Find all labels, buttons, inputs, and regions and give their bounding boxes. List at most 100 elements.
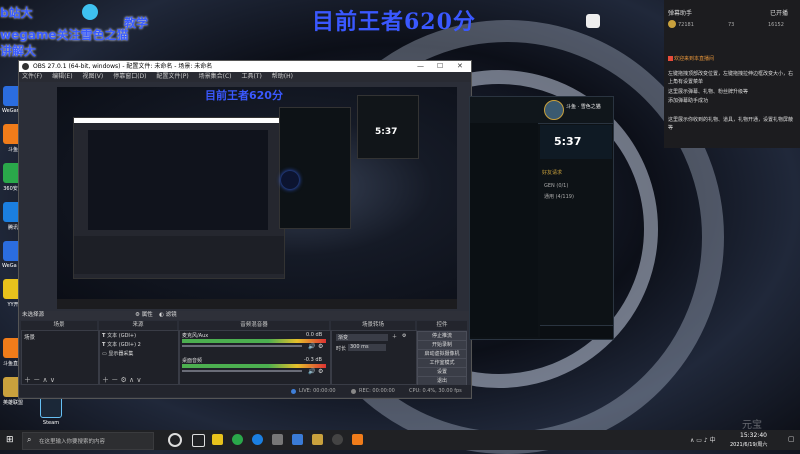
lol-status-card: 5:37 (540, 125, 612, 159)
overlay-line-4: 讲解大 (0, 44, 37, 58)
lol-player-name: 斗鱼 · 雪色之猫 (566, 104, 601, 110)
obs-titlebar[interactable]: OBS 27.0.1 (64-bit, windows) - 配置文件: 未命名… (19, 61, 471, 72)
mixer-slider-mic[interactable] (182, 345, 302, 347)
menu-docks[interactable]: 停靠窗口(D) (113, 73, 146, 80)
lol-friend-group-2[interactable]: 通用 (4/119) (544, 193, 574, 200)
menu-profile[interactable]: 配置文件(P) (156, 73, 188, 80)
browser-icon[interactable] (252, 434, 263, 445)
minimize-button[interactable]: — (417, 61, 424, 72)
sources-toolbar: ＋ － ⚙ ∧ ∨ (102, 375, 141, 385)
cortana-icon[interactable] (168, 433, 182, 447)
down-icon[interactable]: ∨ (50, 376, 55, 384)
obs-menubar: 文件(F) 编辑(E) 视图(V) 停靠窗口(D) 配置文件(P) 场景集合(C… (19, 72, 471, 82)
system-tray-icons[interactable]: ∧ ▭ ♪ 中 (690, 435, 716, 444)
gear-icon[interactable]: ⚙ (318, 368, 323, 375)
sources-dock: T 文本 (GDI+) T 文本 (GDI+) 2 ▭ 显示器采集 ＋ － ⚙ … (99, 330, 179, 385)
add-icon[interactable]: ＋ (392, 333, 397, 340)
task-view-icon[interactable] (192, 434, 205, 447)
down-icon[interactable]: ∨ (136, 376, 141, 384)
add-icon[interactable]: ＋ (102, 376, 109, 384)
source-item-text-2[interactable]: T 文本 (GDI+) 2 (100, 340, 178, 349)
lol-client-window: 斗鱼 · 雪色之猫 5:37 好友请求 GEN (0/1) 通用 (4/119) (469, 96, 614, 340)
logo-icon (82, 4, 98, 20)
menu-help[interactable]: 帮助(H) (272, 73, 293, 80)
overlay-line-1: b站大 (0, 6, 33, 20)
settings-icon[interactable] (272, 434, 283, 445)
gear-icon: ⚙ (135, 312, 142, 318)
menu-scene-collection[interactable]: 场景集合(C) (199, 73, 232, 80)
windows-start-icon[interactable]: ⊞ (6, 435, 14, 445)
sources-dock-header: 来源 (99, 321, 177, 330)
stat-3: 16152 (768, 22, 784, 28)
scene-item[interactable]: 场景 (22, 331, 98, 343)
clock-time[interactable]: 15:32:40 (740, 432, 767, 439)
desktop-icon-steam[interactable]: Steam (40, 396, 62, 426)
notification-icon[interactable]: ▢ (788, 435, 795, 443)
duration-label: 时长 (336, 346, 347, 352)
lol-main-area (470, 123, 538, 337)
clock-date[interactable]: 2021/6/19/周六 (730, 441, 767, 448)
menu-edit[interactable]: 编辑(E) (52, 73, 72, 80)
rec-status: REC: 00:00:00 (359, 388, 395, 394)
mixer-dock: 麦克风/Aux 0.0 dB 🔊 ⚙ 桌面音频 -0.3 dB 🔊 ⚙ (179, 330, 331, 385)
remove-icon[interactable]: － (111, 376, 118, 384)
close-button[interactable]: ✕ (457, 61, 463, 72)
transitions-dock-header: 场景转场 (331, 321, 415, 330)
rec-indicator-icon (351, 389, 356, 394)
source-label: 文本 (GDI+) (107, 333, 137, 339)
up-icon[interactable]: ∧ (42, 376, 47, 384)
lol-taskbar-icon[interactable] (312, 434, 323, 445)
preview-nested-lol (279, 107, 351, 229)
stat-2: 73 (728, 22, 735, 28)
lol-friend-group-1[interactable]: GEN (0/1) (544, 183, 568, 189)
obs-taskbar-icon[interactable] (332, 434, 343, 445)
nested-obs-titlebar (74, 118, 284, 123)
360-taskbar-icon[interactable] (232, 434, 243, 445)
live-indicator-icon (291, 389, 296, 394)
up-icon[interactable]: ∧ (129, 376, 134, 384)
scenes-toolbar: ＋ － ∧ ∨ (24, 375, 55, 385)
watermark: 元宝 (742, 420, 762, 431)
mixer-channel-desktop-name: 桌面音频 (182, 358, 203, 364)
gear-icon[interactable]: ⚙ (402, 333, 406, 339)
properties-button[interactable]: ⚙ 属性 (135, 311, 153, 320)
stat-1: 72181 (678, 22, 694, 28)
add-icon[interactable]: ＋ (24, 376, 31, 384)
duration-input[interactable]: 300 ms (348, 344, 386, 351)
menu-view[interactable]: 视图(V) (82, 73, 103, 80)
menu-file[interactable]: 文件(F) (22, 73, 42, 80)
speaker-icon[interactable]: 🔊 (308, 368, 315, 375)
avatar[interactable] (544, 100, 564, 120)
lol-timer: 5:37 (554, 135, 582, 148)
remove-icon[interactable]: － (33, 376, 40, 384)
preview-nested-portal (281, 171, 299, 189)
transitions-dock: 渐变 ＋ ⚙ 时长 300 ms (331, 330, 417, 385)
filters-label: 滤镜 (165, 312, 177, 318)
nested-obs-preview (88, 130, 268, 230)
scenes-dock-header: 场景 (21, 321, 97, 330)
chat-message-4: 这里展示你收到的礼物、道具，礼物开通，设置礼物屏蔽等 (668, 117, 794, 131)
filters-button[interactable]: ◐ 滤镜 (159, 311, 177, 320)
nested-obs-docks (74, 236, 284, 274)
source-item-display[interactable]: ▭ 显示器采集 (100, 349, 178, 358)
menu-tools[interactable]: 工具(T) (241, 73, 261, 80)
mail-icon[interactable] (292, 434, 303, 445)
maximize-button[interactable]: ☐ (437, 61, 443, 72)
transition-select[interactable]: 渐变 (336, 334, 388, 341)
file-explorer-icon[interactable] (212, 434, 223, 445)
gear-icon[interactable]: ⚙ (318, 343, 323, 350)
mixer-meter-desktop (182, 364, 326, 368)
speaker-icon[interactable]: 🔊 (308, 343, 315, 350)
mixer-channel-mic-level: 0.0 dB (306, 332, 323, 338)
obs-statusbar: LIVE: 00:00:00 REC: 00:00:00 CPU: 0.4%, … (19, 385, 471, 397)
gear-icon[interactable]: ⚙ (120, 376, 126, 384)
mixer-slider-desktop[interactable] (182, 370, 302, 372)
danmaku-header: 弹幕助手 (668, 10, 693, 17)
source-item-text-1[interactable]: T 文本 (GDI+) (100, 331, 178, 340)
steam-icon (40, 396, 62, 418)
wegame-taskbar-icon[interactable] (352, 434, 363, 445)
taskbar-search[interactable]: ⌕ 在这里输入你要搜索的内容 (22, 432, 154, 450)
welcome-notice: 欢迎来到本直播间 (674, 56, 715, 62)
search-placeholder: 在这里输入你要搜索的内容 (39, 439, 106, 445)
obs-preview[interactable]: 目前王者620分 5:37 (57, 87, 457, 309)
